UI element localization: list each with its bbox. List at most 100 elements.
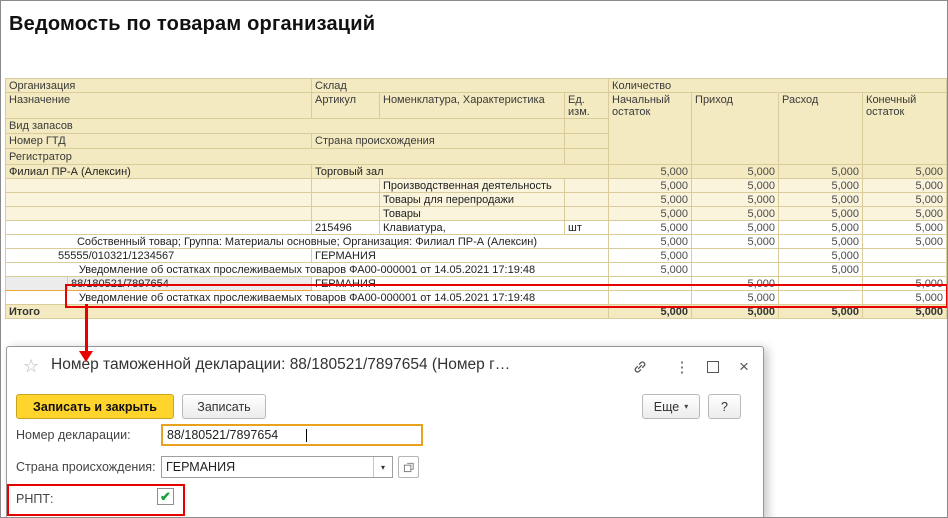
cell-income[interactable]: 5,000: [692, 221, 779, 235]
cell-gtd-number[interactable]: 55555/010321/1234567: [6, 249, 312, 263]
cell-opening-total[interactable]: 5,000: [609, 305, 692, 319]
save-and-close-button[interactable]: Записать и закрыть: [16, 394, 174, 419]
rnpt-label: РНПТ:: [16, 492, 53, 506]
cell-income[interactable]: 5,000: [692, 291, 779, 305]
cell-closing[interactable]: 5,000: [863, 179, 947, 193]
cell-income[interactable]: 5,000: [692, 165, 779, 179]
cell-empty: [312, 179, 380, 193]
cell-nomenclature[interactable]: Товары для перепродажи: [380, 193, 565, 207]
cell-income-total[interactable]: 5,000: [692, 305, 779, 319]
cell-closing[interactable]: 5,000: [863, 165, 947, 179]
cell-country[interactable]: ГЕРМАНИЯ: [312, 249, 609, 263]
cell-closing[interactable]: [863, 263, 947, 277]
cell-empty: [312, 193, 380, 207]
help-button[interactable]: ?: [708, 394, 741, 419]
cell-expense-total[interactable]: 5,000: [779, 305, 863, 319]
cell-nomenclature[interactable]: Производственная деятельность: [380, 179, 565, 193]
cell-opening[interactable]: 5,000: [609, 235, 692, 249]
cell-nomenclature[interactable]: Клавиатура,: [380, 221, 565, 235]
cell-empty: [565, 207, 609, 221]
maximize-icon[interactable]: [704, 358, 722, 376]
cell-closing[interactable]: 5,000: [863, 207, 947, 221]
save-button[interactable]: Записать: [182, 394, 266, 419]
cell-registrar-band[interactable]: Уведомление об остатках прослеживаемых т…: [6, 291, 609, 305]
cell-country[interactable]: ГЕРМАНИЯ: [312, 277, 609, 291]
cell-expense[interactable]: 5,000: [779, 235, 863, 249]
cell-closing-total[interactable]: 5,000: [863, 305, 947, 319]
kebab-menu-icon[interactable]: ⋮: [673, 358, 691, 376]
cell-income[interactable]: [692, 263, 779, 277]
cell-opening[interactable]: 5,000: [609, 249, 692, 263]
dialog-title: Номер таможенной декларации: 88/180521/7…: [51, 356, 617, 374]
cell-empty: [6, 221, 312, 235]
cell-opening[interactable]: 5,000: [609, 193, 692, 207]
table-row-branch: Филиал ПР-А (Алексин) Торговый зал 5,000…: [6, 165, 947, 179]
cell-income[interactable]: [692, 249, 779, 263]
header-row-1: Организация Склад Количество: [6, 79, 947, 93]
header-purpose: Назначение: [6, 93, 312, 119]
cell-registrar-band[interactable]: Уведомление об остатках прослеживаемых т…: [6, 263, 609, 277]
cell-opening[interactable]: 5,000: [609, 221, 692, 235]
more-button[interactable]: Еще ▾: [642, 394, 700, 419]
link-icon[interactable]: [631, 358, 649, 376]
cell-opening[interactable]: 5,000: [609, 165, 692, 179]
rnpt-checkbox[interactable]: ✔: [157, 488, 174, 505]
cell-closing[interactable]: 5,000: [863, 235, 947, 249]
cell-total-label[interactable]: Итого: [6, 305, 609, 319]
table-row-group: Товары для перепродажи 5,000 5,000 5,000…: [6, 193, 947, 207]
cell-closing[interactable]: 5,000: [863, 193, 947, 207]
table-row-gtd-old: 55555/010321/1234567 ГЕРМАНИЯ 5,000 5,00…: [6, 249, 947, 263]
cell-expense[interactable]: 5,000: [779, 263, 863, 277]
header-expense: Расход: [779, 93, 863, 165]
cell-nomenclature[interactable]: Товары: [380, 207, 565, 221]
cell-closing[interactable]: 5,000: [863, 277, 947, 291]
cell-expense[interactable]: [779, 291, 863, 305]
cell-opening[interactable]: [609, 277, 692, 291]
cell-income[interactable]: 5,000: [692, 179, 779, 193]
cell-empty: [6, 207, 312, 221]
cell-expense[interactable]: [779, 277, 863, 291]
cell-expense[interactable]: 5,000: [779, 249, 863, 263]
cell-expense[interactable]: 5,000: [779, 179, 863, 193]
favorite-star-icon[interactable]: ☆: [23, 357, 39, 375]
declaration-number-input[interactable]: 88/180521/7897654: [161, 424, 423, 446]
cell-opening[interactable]: 5,000: [609, 179, 692, 193]
cell-opening[interactable]: 5,000: [609, 263, 692, 277]
cell-income[interactable]: 5,000: [692, 193, 779, 207]
table-row-purpose: Производственная деятельность 5,000 5,00…: [6, 179, 947, 193]
cell-stock-type-band[interactable]: Собственный товар; Группа: Материалы осн…: [6, 235, 609, 249]
close-icon[interactable]: ×: [735, 358, 753, 376]
cell-expense[interactable]: 5,000: [779, 165, 863, 179]
cell-income[interactable]: 5,000: [692, 235, 779, 249]
cell-opening[interactable]: [609, 291, 692, 305]
cell-article[interactable]: 215496: [312, 221, 380, 235]
cell-gtd-number-selected[interactable]: 88/180521/7897654: [68, 277, 312, 291]
open-country-button[interactable]: [398, 456, 419, 478]
cell-closing[interactable]: [863, 249, 947, 263]
cell-income[interactable]: 5,000: [692, 277, 779, 291]
cell-warehouse[interactable]: Торговый зал: [312, 165, 609, 179]
header-nomenclature: Номенклатура, Характеристика: [380, 93, 565, 119]
table-row-item: 215496 Клавиатура, шт 5,000 5,000 5,000 …: [6, 221, 947, 235]
cell-income[interactable]: 5,000: [692, 207, 779, 221]
cell-unit[interactable]: шт: [565, 221, 609, 235]
header-filler: [565, 119, 609, 134]
chevron-down-icon: ▾: [684, 402, 688, 411]
text-caret: [306, 429, 307, 442]
header-closing: Конечный остаток: [863, 93, 947, 165]
cell-expense[interactable]: 5,000: [779, 193, 863, 207]
cell-empty: [312, 207, 380, 221]
cell-expense[interactable]: 5,000: [779, 221, 863, 235]
header-gtd-number: Номер ГТД: [6, 134, 312, 149]
origin-country-combobox[interactable]: ГЕРМАНИЯ ▾: [161, 456, 393, 478]
cell-closing[interactable]: 5,000: [863, 221, 947, 235]
table-row-registrar: Уведомление об остатках прослеживаемых т…: [6, 263, 947, 277]
header-article: Артикул: [312, 93, 380, 119]
cell-organization[interactable]: Филиал ПР-А (Алексин): [6, 165, 312, 179]
cell-closing[interactable]: 5,000: [863, 291, 947, 305]
checkmark-icon: ✔: [160, 490, 171, 503]
cell-expense[interactable]: 5,000: [779, 207, 863, 221]
combo-dropdown-icon[interactable]: ▾: [373, 457, 392, 477]
cell-opening[interactable]: 5,000: [609, 207, 692, 221]
header-income: Приход: [692, 93, 779, 165]
